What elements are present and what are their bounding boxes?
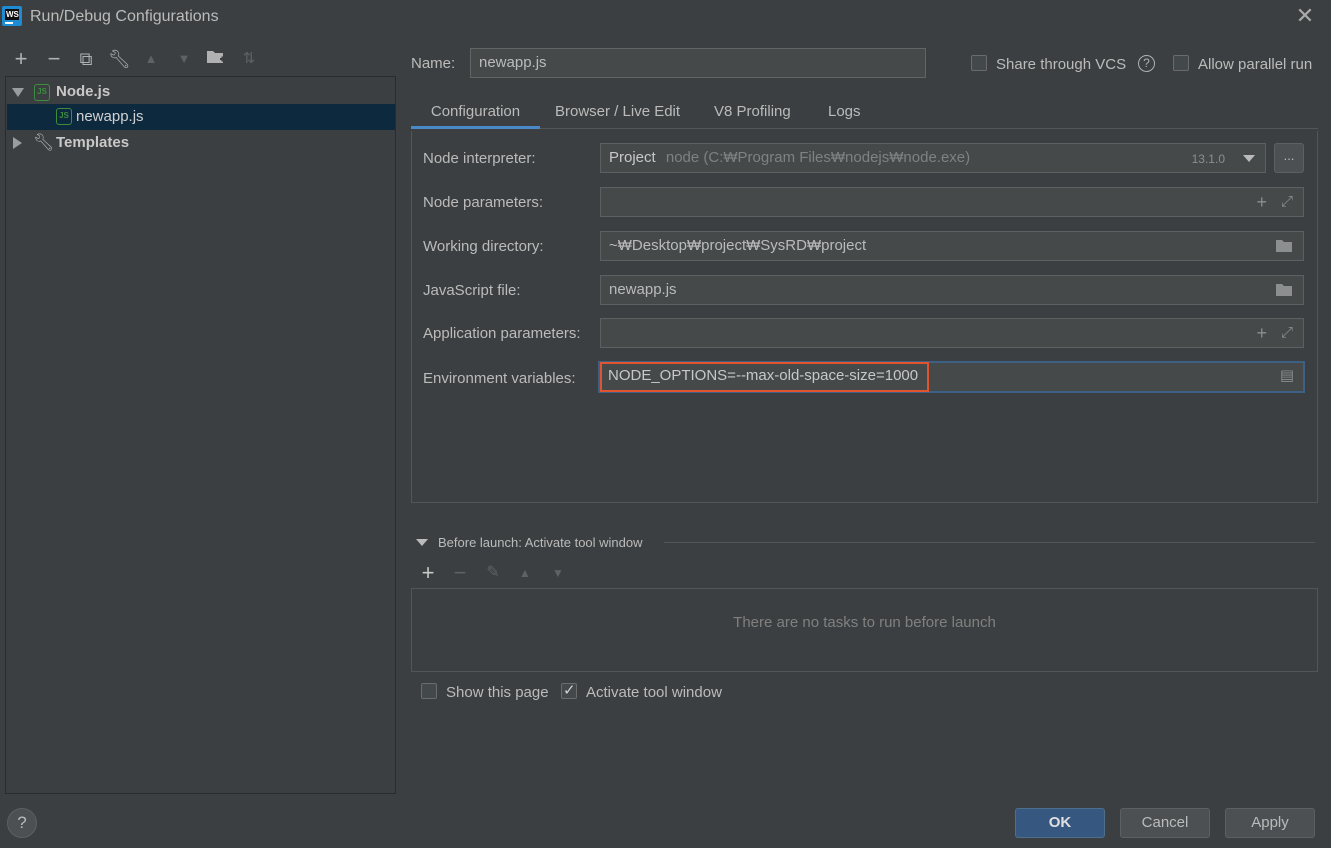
add-icon[interactable]: + <box>10 48 32 70</box>
share-vcs-checkbox[interactable] <box>971 55 987 71</box>
collapse-arrow-icon[interactable] <box>13 137 22 149</box>
working-directory-label: Working directory: <box>423 238 544 255</box>
name-input[interactable]: newapp.js <box>470 48 926 78</box>
window-title: Run/Debug Configurations <box>30 8 219 25</box>
activate-tool-checkbox[interactable] <box>561 681 577 699</box>
add-icon[interactable]: + <box>1256 188 1267 216</box>
webstorm-icon: WS <box>2 6 22 26</box>
share-vcs-label: Share through VCS <box>996 56 1127 73</box>
tab-configuration[interactable]: Configuration <box>411 100 540 129</box>
tab-browser-live-edit[interactable]: Browser / Live Edit <box>555 100 680 129</box>
add-icon[interactable]: + <box>417 562 439 584</box>
node-parameters-label: Node parameters: <box>423 194 544 211</box>
tabs-divider <box>411 128 1318 129</box>
allow-parallel-checkbox[interactable] <box>1173 55 1189 71</box>
tab-v8-profiling[interactable]: V8 Profiling <box>714 100 791 129</box>
empty-tasks-message: There are no tasks to run before launch <box>733 614 996 631</box>
wrench-icon: 🔧︎ <box>33 133 55 152</box>
tree-item-label: Templates <box>56 134 130 151</box>
move-up-icon[interactable]: ▲ <box>514 562 536 584</box>
interpreter-version: 13.1.0 <box>1191 152 1225 166</box>
browse-interpreter-button[interactable]: ... <box>1274 143 1304 173</box>
nodejs-icon: JS <box>34 84 50 101</box>
configuration-tree: JS Node.js JS newapp.js 🔧︎ Templates <box>5 76 396 794</box>
help-button[interactable]: ? <box>7 808 37 838</box>
expand-icon[interactable]: ⤢ <box>1281 319 1293 347</box>
collapse-section-icon[interactable] <box>416 539 428 546</box>
node-interpreter-label: Node interpreter: <box>423 150 536 167</box>
allow-parallel-label: Allow parallel run <box>1198 56 1313 73</box>
remove-icon[interactable]: − <box>449 562 471 584</box>
node-interpreter-select[interactable]: Project node (C:₩Program Files₩nodejs₩no… <box>600 143 1266 173</box>
add-icon[interactable]: + <box>1256 319 1267 347</box>
apply-button[interactable]: Apply <box>1225 808 1315 838</box>
remove-icon[interactable]: − <box>43 48 65 70</box>
highlight-outline <box>600 362 929 392</box>
wrench-icon[interactable]: 🔧︎ <box>108 48 131 70</box>
name-label: Name: <box>411 55 456 72</box>
javascript-file-input[interactable]: newapp.js <box>600 275 1304 305</box>
folder-icon[interactable] <box>1275 232 1293 263</box>
section-divider <box>664 542 1315 543</box>
tab-logs[interactable]: Logs <box>828 100 861 129</box>
close-icon[interactable]: ✕ <box>1293 4 1317 28</box>
expand-arrow-icon[interactable] <box>12 88 24 97</box>
chevron-down-icon[interactable] <box>1243 155 1255 162</box>
tree-item-templates[interactable]: 🔧︎ Templates <box>7 130 395 156</box>
sort-icon[interactable]: ⇅ <box>238 48 260 70</box>
arrow-down-icon[interactable]: ▼ <box>173 48 195 70</box>
before-launch-title[interactable]: Before launch: Activate tool window <box>438 535 643 550</box>
edit-icon[interactable]: ✎ <box>482 562 504 584</box>
folder-icon[interactable] <box>1275 276 1293 307</box>
working-directory-input[interactable]: ~₩Desktop₩project₩SysRD₩project <box>600 231 1304 261</box>
help-icon[interactable]: ? <box>1138 55 1155 72</box>
show-page-label: Show this page <box>446 684 549 701</box>
arrow-up-icon[interactable]: ▲ <box>140 48 162 70</box>
expand-icon[interactable]: ⤢ <box>1281 188 1293 216</box>
ok-button[interactable]: OK <box>1015 808 1105 838</box>
document-icon[interactable]: ▤ <box>1280 363 1294 389</box>
environment-variables-label: Environment variables: <box>423 370 576 387</box>
javascript-file-label: JavaScript file: <box>423 282 521 299</box>
tree-item-newapp[interactable]: JS newapp.js <box>7 104 395 130</box>
activate-tool-label: Activate tool window <box>586 684 722 701</box>
nodejs-icon: JS <box>56 108 72 125</box>
interpreter-prefix: Project <box>609 149 656 166</box>
new-folder-icon[interactable] <box>205 48 227 70</box>
tree-item-label: newapp.js <box>76 108 144 125</box>
application-parameters-input[interactable]: + ⤢ <box>600 318 1304 348</box>
app-icon-text: WS <box>5 9 19 20</box>
cancel-button[interactable]: Cancel <box>1120 808 1210 838</box>
move-down-icon[interactable]: ▼ <box>547 562 569 584</box>
node-parameters-input[interactable]: + ⤢ <box>600 187 1304 217</box>
application-parameters-label: Application parameters: <box>423 325 581 342</box>
tree-item-nodejs[interactable]: JS Node.js <box>7 79 395 105</box>
tree-item-label: Node.js <box>56 83 111 100</box>
copy-icon[interactable]: ⧉ <box>75 48 97 70</box>
interpreter-path: node (C:₩Program Files₩nodejs₩node.exe) <box>665 149 971 166</box>
show-page-checkbox[interactable] <box>421 683 437 699</box>
